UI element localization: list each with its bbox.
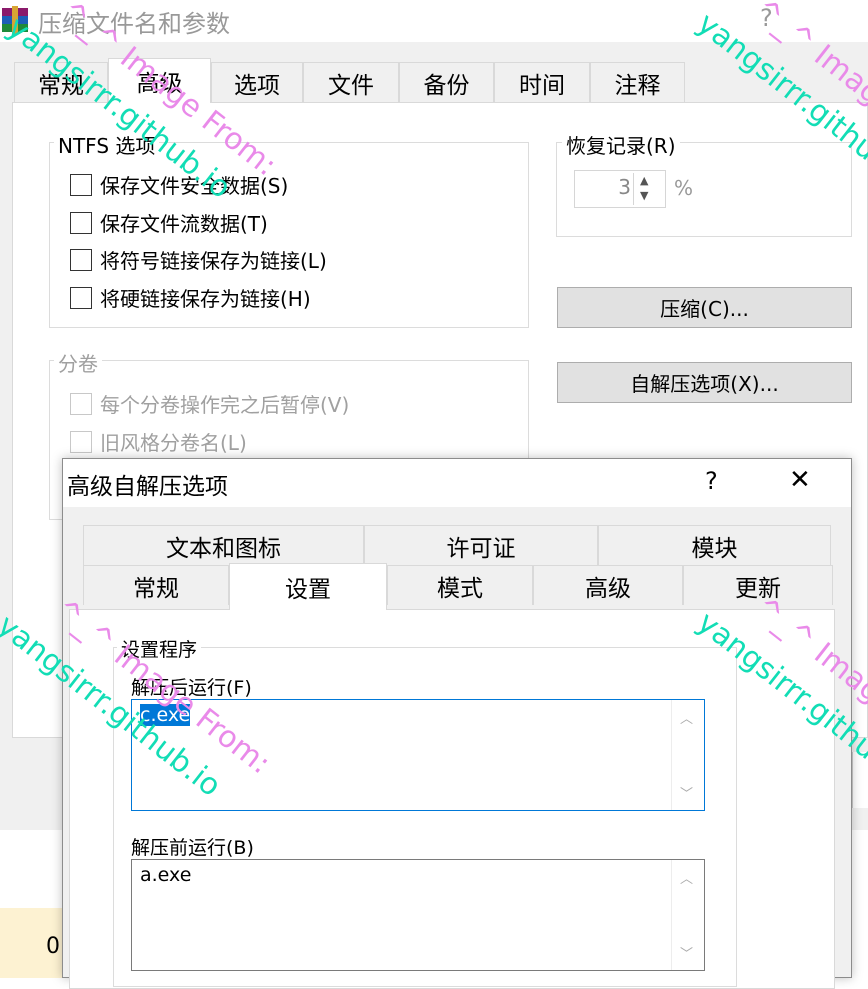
compress-button[interactable]: 压缩(C)... [557, 287, 852, 328]
run-after-scrollbar[interactable]: ︿ ﹀ [671, 700, 704, 810]
close-icon[interactable]: ✕ [789, 465, 811, 495]
dialog-title: 高级自解压选项 [67, 474, 228, 500]
recovery-unit: % [674, 176, 694, 200]
setup-program-title: 设置程序 [117, 635, 202, 662]
advanced-sfx-options-dialog: 高级自解压选项 ? ✕ 文本和图标 许可证 模块 常规 设置 模式 高级 更新 … [62, 458, 852, 989]
tab-modules[interactable]: 模块 [598, 525, 831, 565]
tab-dialog-general[interactable]: 常规 [83, 565, 229, 605]
ntfs-options-title: NTFS 选项 [54, 130, 160, 159]
scroll-down-icon[interactable]: ﹀ [680, 943, 693, 962]
tab-time[interactable]: 时间 [494, 62, 590, 102]
checkbox-box[interactable] [70, 211, 92, 234]
checkbox-pause-volume[interactable]: 每个分卷操作完之后暂停(V) [70, 389, 349, 418]
tab-dialog-advanced[interactable]: 高级 [533, 565, 683, 605]
scroll-down-icon[interactable]: ﹀ [680, 783, 693, 802]
checkbox-save-streams[interactable]: 保存文件流数据(T) [70, 208, 268, 237]
checkbox-label: 旧风格分卷名(L) [100, 431, 247, 455]
checkbox-label: 保存文件流数据(T) [100, 212, 268, 236]
background-right-edge [852, 752, 868, 808]
dialog-help-button[interactable]: ? [705, 467, 718, 495]
tab-backup[interactable]: 备份 [399, 62, 494, 102]
tab-update[interactable]: 更新 [683, 565, 833, 605]
spin-down-icon[interactable]: ▼ [640, 189, 648, 202]
checkbox-box[interactable] [70, 248, 92, 271]
help-button[interactable]: ? [760, 4, 773, 32]
sfx-options-button[interactable]: 自解压选项(X)... [557, 362, 852, 403]
run-before-value[interactable]: a.exe [140, 864, 191, 886]
checkbox-label: 将硬链接保存为链接(H) [100, 287, 311, 311]
run-before-input[interactable]: a.exe ︿ ﹀ [131, 859, 705, 971]
run-before-label: 解压前运行(B) [131, 837, 254, 859]
tab-text-and-icon[interactable]: 文本和图标 [83, 525, 364, 565]
checkbox-box[interactable] [70, 286, 92, 309]
spin-up-icon[interactable]: ▲ [640, 174, 648, 187]
checkbox-save-security[interactable]: 保存文件安全数据(S) [70, 170, 288, 199]
recovery-record-title: 恢复记录(R) [562, 130, 680, 159]
checkbox-label: 每个分卷操作完之后暂停(V) [100, 393, 350, 417]
tab-license[interactable]: 许可证 [364, 525, 598, 565]
checkbox-label: 保存文件安全数据(S) [100, 174, 289, 198]
checkbox-hardlinks[interactable]: 将硬链接保存为链接(H) [70, 283, 311, 312]
tab-comment[interactable]: 注释 [590, 62, 685, 102]
spin-arrows[interactable]: ▲ ▼ [633, 173, 662, 205]
tab-advanced[interactable]: 高级 [108, 58, 211, 103]
run-after-label: 解压后运行(F) [131, 677, 252, 699]
scroll-up-icon[interactable]: ︿ [680, 708, 693, 727]
scroll-up-icon[interactable]: ︿ [680, 868, 693, 887]
run-before-scrollbar[interactable]: ︿ ﹀ [671, 860, 704, 970]
background-status-number: 0 [46, 934, 60, 959]
checkbox-box[interactable] [70, 430, 92, 453]
recovery-value[interactable]: 3 [618, 175, 631, 199]
volume-group-title: 分卷 [54, 348, 102, 377]
winrar-app-icon [2, 6, 28, 34]
recovery-spinbox[interactable]: 3 ▲ ▼ [574, 170, 666, 208]
checkbox-box[interactable] [70, 173, 92, 196]
tab-setup[interactable]: 设置 [229, 563, 387, 610]
checkbox-label: 将符号链接保存为链接(L) [100, 249, 327, 273]
background-window-title: 压缩文件名和参数 [38, 10, 230, 38]
checkbox-box[interactable] [70, 392, 92, 415]
tab-files[interactable]: 文件 [303, 62, 399, 102]
checkbox-symlinks[interactable]: 将符号链接保存为链接(L) [70, 245, 327, 274]
tab-options[interactable]: 选项 [211, 62, 303, 102]
tab-general[interactable]: 常规 [14, 62, 108, 102]
tab-mode[interactable]: 模式 [387, 565, 533, 605]
checkbox-old-style-names[interactable]: 旧风格分卷名(L) [70, 427, 247, 456]
run-after-value[interactable]: c.exe [140, 704, 191, 726]
run-after-input[interactable]: c.exe ︿ ﹀ [131, 699, 705, 811]
